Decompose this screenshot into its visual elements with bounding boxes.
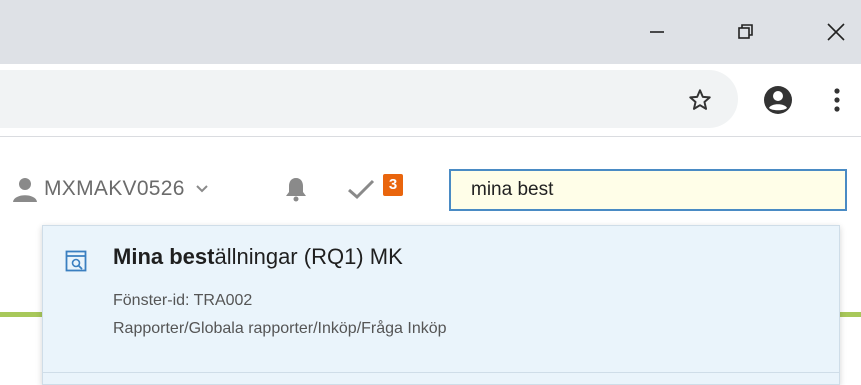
star-icon <box>689 89 711 110</box>
minimize-icon <box>650 31 664 33</box>
minimize-button[interactable] <box>627 0 687 64</box>
browser-toolbar <box>0 64 861 137</box>
tasks-button[interactable] <box>346 178 376 205</box>
search-result-title-rest: ällningar (RQ1) MK <box>214 244 403 269</box>
search-result-path: Rapporter/Globala rapporter/Inköp/Fråga … <box>113 320 447 337</box>
search-result-window-id: Fönster-id: TRA002 <box>113 292 253 309</box>
search-result-title-match: Mina best <box>113 244 215 269</box>
task-count-badge: 3 <box>383 174 403 196</box>
report-window-icon <box>65 250 87 277</box>
search-result-item[interactable]: Mina beställningar (RQ1) MK Fönster-id: … <box>43 226 839 371</box>
browser-menu-button[interactable] <box>822 82 852 118</box>
close-icon <box>827 23 845 41</box>
search-input[interactable] <box>451 171 845 209</box>
app-header: MXMAKV0526 3 Mina beställningar (RQ1) MK… <box>0 138 861 385</box>
user-menu[interactable]: MXMAKV0526 <box>12 174 209 204</box>
search-result-title: Mina beställningar (RQ1) MK <box>113 244 403 270</box>
close-button[interactable] <box>806 0 861 64</box>
search-results-dropdown: Mina beställningar (RQ1) MK Fönster-id: … <box>42 225 840 385</box>
more-vertical-icon <box>834 88 840 112</box>
restore-button[interactable] <box>716 0 776 64</box>
user-icon <box>13 178 37 202</box>
bookmark-button[interactable] <box>682 82 718 118</box>
checkmark-icon <box>348 179 375 200</box>
restore-icon <box>738 24 753 39</box>
browser-titlebar <box>0 0 861 64</box>
account-icon <box>764 86 792 114</box>
profile-button[interactable] <box>758 80 798 120</box>
dropdown-divider <box>43 372 839 373</box>
username-label: MXMAKV0526 <box>44 177 185 200</box>
bell-icon <box>286 178 306 202</box>
chevron-down-icon <box>195 184 209 194</box>
address-bar[interactable] <box>0 70 738 128</box>
notifications-button[interactable] <box>284 176 308 207</box>
search-box[interactable] <box>449 169 847 211</box>
